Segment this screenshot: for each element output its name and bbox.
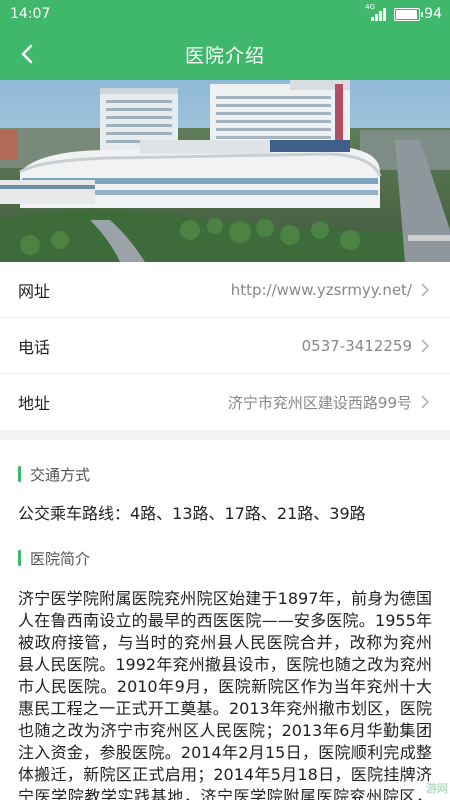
- website-value: http://www.yzsrmyy.net/: [230, 280, 412, 299]
- hospital-info-list: 网址 http://www.yzsrmyy.net/ 电话 0537-34122…: [0, 262, 450, 430]
- status-bar: 14:07 4G 94: [0, 0, 450, 28]
- phone-value: 0537-3412259: [301, 336, 412, 355]
- hospital-aerial-image: [0, 80, 450, 262]
- chevron-right-icon: [421, 282, 430, 297]
- status-icons: 4G 94: [365, 3, 442, 22]
- section-accent-bar: [18, 466, 21, 482]
- signal-icon: 4G: [365, 3, 387, 21]
- intro-text: 济宁医学院附属医院兖州院区始建于1897年，前身为德国人在鲁西南设立的最早的西医…: [18, 589, 432, 800]
- transit-heading: 交通方式: [30, 465, 91, 484]
- battery-icon: [394, 7, 424, 21]
- address-row[interactable]: 地址 济宁市兖州区建设西路99号: [0, 374, 450, 430]
- intro-section-header: 医院简介: [18, 548, 432, 568]
- phone-label: 电话: [18, 337, 51, 357]
- intro-heading: 医院简介: [30, 549, 91, 568]
- website-row[interactable]: 网址 http://www.yzsrmyy.net/: [0, 262, 450, 318]
- back-button[interactable]: [10, 36, 46, 72]
- detail-content: 交通方式 公交乘车路线：4路、13路、17路、21路、39路 医院简介 济宁医学…: [0, 440, 450, 800]
- hospital-photo: [0, 80, 450, 262]
- address-label: 地址: [18, 394, 51, 413]
- chevron-right-icon: [421, 395, 430, 409]
- phone-row[interactable]: 电话 0537-3412259: [0, 318, 450, 374]
- section-accent-bar: [18, 550, 21, 566]
- nav-bar: 医院介绍: [0, 28, 450, 80]
- address-value: 济宁市兖州区建设西路99号: [227, 393, 412, 412]
- transit-text: 公交乘车路线：4路、13路、17路、21路、39路: [18, 504, 366, 523]
- battery-level: 94: [424, 6, 442, 22]
- chevron-right-icon: [421, 338, 430, 353]
- transit-section-header: 交通方式: [18, 464, 432, 484]
- battery-indicator: 94: [394, 6, 442, 22]
- website-label: 网址: [18, 281, 51, 301]
- network-type: 4G: [365, 3, 376, 11]
- status-time: 14:07: [10, 6, 51, 22]
- watermark-logo: 游网: [426, 782, 448, 795]
- page-title: 医院介绍: [184, 44, 265, 67]
- battery-fill: [396, 9, 417, 19]
- chevron-left-icon: [21, 44, 33, 64]
